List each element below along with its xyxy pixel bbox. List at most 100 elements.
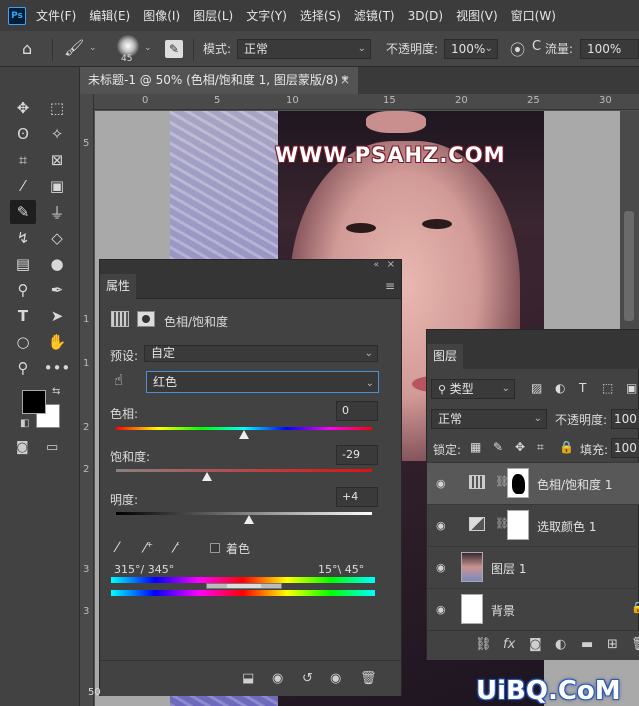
hue-range-slider[interactable] bbox=[206, 583, 282, 589]
foreground-color-swatch[interactable] bbox=[22, 390, 46, 414]
layer-opacity-input[interactable]: 100 bbox=[611, 409, 639, 429]
opacity-input[interactable]: 100% ⌄ bbox=[444, 39, 498, 59]
brush-settings-icon[interactable]: ✎ bbox=[165, 40, 183, 58]
eyedropper-plus-icon[interactable]: ⁄+ bbox=[144, 540, 153, 557]
targeted-adjustment-hand-icon[interactable]: ☝ bbox=[114, 371, 123, 389]
lock-position-icon[interactable]: ✥ bbox=[515, 440, 525, 454]
swap-colors-icon[interactable]: ⇆ bbox=[52, 386, 60, 397]
frame-tool-icon[interactable]: ⊠ bbox=[44, 148, 70, 172]
pressure-opacity-icon[interactable]: ⦿ bbox=[510, 39, 525, 60]
lightness-slider-thumb[interactable] bbox=[244, 515, 255, 524]
magic-wand-tool-icon[interactable]: ✧ bbox=[44, 122, 70, 146]
layer-style-fx-icon[interactable]: fx bbox=[503, 637, 515, 652]
preset-select[interactable]: 自定 ⌄ bbox=[144, 345, 378, 362]
pen-tool-icon[interactable]: ✒ bbox=[44, 278, 70, 302]
object-select-tool-icon[interactable]: ▣ bbox=[44, 174, 70, 198]
eyedropper-icon[interactable]: ⁄ bbox=[116, 540, 118, 556]
more-tools-icon[interactable]: ••• bbox=[44, 356, 71, 380]
layer-filter-select[interactable]: ⚲ 类型 ⌄ bbox=[431, 379, 515, 399]
scrollbar-thumb[interactable] bbox=[624, 211, 634, 321]
tab-properties[interactable]: 属性 bbox=[100, 274, 136, 299]
hue-saturation-adjustment-icon[interactable] bbox=[111, 311, 129, 327]
trash-icon[interactable]: 🗑 bbox=[631, 637, 639, 652]
visibility-eye-icon[interactable]: ◉ bbox=[436, 477, 446, 490]
filter-type-icon[interactable]: T bbox=[579, 381, 586, 395]
reset-icon[interactable]: ↺ bbox=[302, 671, 313, 686]
mode-select[interactable]: 正常 ⌄ bbox=[237, 39, 371, 59]
add-mask-icon[interactable]: ◙ bbox=[529, 637, 542, 652]
filter-smart-object-icon[interactable]: ▣ bbox=[626, 381, 637, 395]
new-adjustment-icon[interactable]: ◐ bbox=[555, 637, 566, 652]
eyedropper-minus-icon[interactable]: ⁄- bbox=[174, 540, 179, 557]
path-select-tool-icon[interactable]: ➤ bbox=[44, 304, 70, 328]
menu-select[interactable]: 选择(S) bbox=[300, 7, 341, 24]
type-tool-icon[interactable]: T bbox=[10, 304, 36, 328]
new-group-folder-icon[interactable]: ▬ bbox=[581, 637, 593, 652]
blend-mode-select[interactable]: 正常 ⌄ bbox=[431, 409, 547, 429]
menu-image[interactable]: 图像(I) bbox=[143, 7, 180, 24]
filter-shape-icon[interactable]: ⬚ bbox=[602, 381, 613, 395]
dodge-tool-icon[interactable]: ⚲ bbox=[10, 278, 36, 302]
filter-adjustment-icon[interactable]: ◐ bbox=[555, 381, 565, 395]
link-layers-icon[interactable]: ⛓ bbox=[475, 637, 492, 652]
chevron-down-icon[interactable]: ⌄ bbox=[89, 43, 97, 53]
brush-preset-icon[interactable]: 🖌 bbox=[64, 38, 84, 57]
menu-3d[interactable]: 3D(D) bbox=[408, 9, 443, 23]
channel-select[interactable]: 红色 ⌄ bbox=[146, 371, 379, 393]
zoom-level[interactable]: 50 bbox=[88, 687, 101, 698]
layer-thumbnail[interactable] bbox=[461, 594, 483, 624]
hue-input[interactable]: 0 bbox=[336, 401, 378, 421]
layer-mask-icon[interactable] bbox=[137, 311, 155, 327]
saturation-slider-track[interactable] bbox=[116, 469, 372, 472]
default-colors-icon[interactable]: ◧ bbox=[20, 418, 29, 429]
blur-tool-icon[interactable]: ● bbox=[44, 252, 70, 276]
history-brush-tool-icon[interactable]: ↯ bbox=[10, 226, 36, 250]
flow-input[interactable]: 100% bbox=[580, 39, 639, 59]
filter-pixel-icon[interactable]: ▨ bbox=[531, 381, 542, 395]
lock-image-icon[interactable]: ✎ bbox=[493, 440, 503, 454]
menu-type[interactable]: 文字(Y) bbox=[246, 7, 287, 24]
quick-mask-icon[interactable]: ◙ bbox=[16, 440, 29, 455]
chevron-down-icon[interactable]: ⌄ bbox=[144, 43, 152, 53]
marquee-tool-icon[interactable]: ⬚ bbox=[44, 96, 70, 120]
brush-tool-icon[interactable]: ✎ bbox=[10, 200, 36, 224]
ellipse-tool-icon[interactable]: ○ bbox=[10, 330, 36, 354]
menu-edit[interactable]: 编辑(E) bbox=[89, 7, 130, 24]
lock-all-icon[interactable]: 🔒 bbox=[559, 440, 574, 454]
layer-row-selective-color[interactable]: ◉ ⛓ 选取颜色 1 bbox=[427, 504, 639, 546]
hand-tool-icon[interactable]: ✋ bbox=[44, 330, 70, 354]
lasso-tool-icon[interactable]: ʘ bbox=[10, 122, 36, 146]
menu-layer[interactable]: 图层(L) bbox=[193, 7, 233, 24]
close-icon[interactable]: × bbox=[387, 259, 395, 270]
layer-row-background[interactable]: ◉ 背景 🔒 bbox=[427, 588, 639, 630]
document-tab[interactable]: 未标题-1 @ 50% (色相/饱和度 1, 图层蒙版/8) * × bbox=[80, 67, 358, 94]
visibility-eye-icon[interactable]: ◉ bbox=[436, 561, 446, 574]
view-previous-icon[interactable]: ◉ bbox=[272, 671, 283, 686]
menu-filter[interactable]: 滤镜(T) bbox=[354, 7, 395, 24]
visibility-eye-icon[interactable]: ◉ bbox=[436, 519, 446, 532]
clip-to-layer-icon[interactable]: ⬓ bbox=[242, 671, 254, 686]
home-icon[interactable]: ⌂ bbox=[22, 39, 32, 58]
menu-file[interactable]: 文件(F) bbox=[36, 7, 76, 24]
trash-icon[interactable]: 🗑 bbox=[360, 671, 377, 686]
new-layer-icon[interactable]: ⊞ bbox=[607, 637, 618, 652]
layer-mask-thumbnail[interactable] bbox=[507, 510, 529, 540]
panel-menu-icon[interactable]: ≡ bbox=[385, 279, 395, 293]
lock-artboard-icon[interactable]: ⌗ bbox=[537, 440, 544, 455]
menu-window[interactable]: 窗口(W) bbox=[511, 7, 556, 24]
zoom-tool-icon[interactable]: ⚲ bbox=[10, 356, 36, 380]
colorize-checkbox[interactable] bbox=[210, 543, 220, 553]
layer-mask-thumbnail[interactable] bbox=[507, 468, 529, 498]
collapse-arrows-icon[interactable]: « bbox=[373, 260, 379, 270]
saturation-input[interactable]: -29 bbox=[336, 445, 378, 465]
eraser-tool-icon[interactable]: ◇ bbox=[44, 226, 70, 250]
saturation-slider-thumb[interactable] bbox=[201, 472, 212, 481]
properties-titlebar[interactable]: « × bbox=[100, 259, 401, 274]
move-tool-icon[interactable]: ✥ bbox=[10, 96, 36, 120]
gradient-tool-icon[interactable]: ▤ bbox=[10, 252, 36, 276]
visibility-eye-icon[interactable]: ◉ bbox=[436, 603, 446, 616]
layers-titlebar[interactable] bbox=[427, 330, 639, 344]
stamp-tool-icon[interactable]: ⏚ bbox=[44, 200, 70, 224]
layer-row-hue-saturation[interactable]: ◉ ⛓ 色相/饱和度 1 bbox=[427, 462, 639, 504]
close-icon[interactable]: × bbox=[340, 67, 350, 94]
